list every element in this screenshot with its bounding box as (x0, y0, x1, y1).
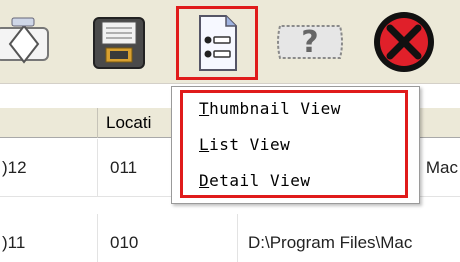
table-row[interactable]: )11 010 D:\Program Files\Mac (0, 214, 460, 262)
menu-item-detail-view[interactable]: Detail View (199, 171, 310, 190)
svg-text:?: ? (301, 25, 318, 60)
help-question-icon: ? (277, 25, 343, 60)
save-button[interactable] (88, 6, 152, 78)
table-cell: )12 (0, 139, 98, 197)
toolbar: ? (0, 0, 460, 84)
help-button[interactable]: ? (272, 6, 348, 78)
exit-button[interactable] (366, 6, 442, 78)
table-cell: )11 (0, 214, 98, 262)
column-header[interactable] (0, 108, 98, 138)
stop-x-icon (374, 12, 434, 72)
view-list-icon (199, 15, 237, 71)
floppy-save-icon (93, 17, 145, 69)
view-mode-button[interactable] (176, 6, 258, 80)
menu-item-list-view[interactable]: List View (199, 135, 290, 154)
table-cell: 010 (98, 214, 238, 262)
menu-item-thumbnail-view[interactable]: Thumbnail View (199, 99, 341, 118)
table-cell: D:\Program Files\Mac (248, 233, 413, 252)
diamond-document-icon (0, 17, 49, 64)
view-dropdown-menu: Thumbnail View List View Detail View (171, 86, 420, 204)
open-button[interactable] (0, 6, 60, 78)
